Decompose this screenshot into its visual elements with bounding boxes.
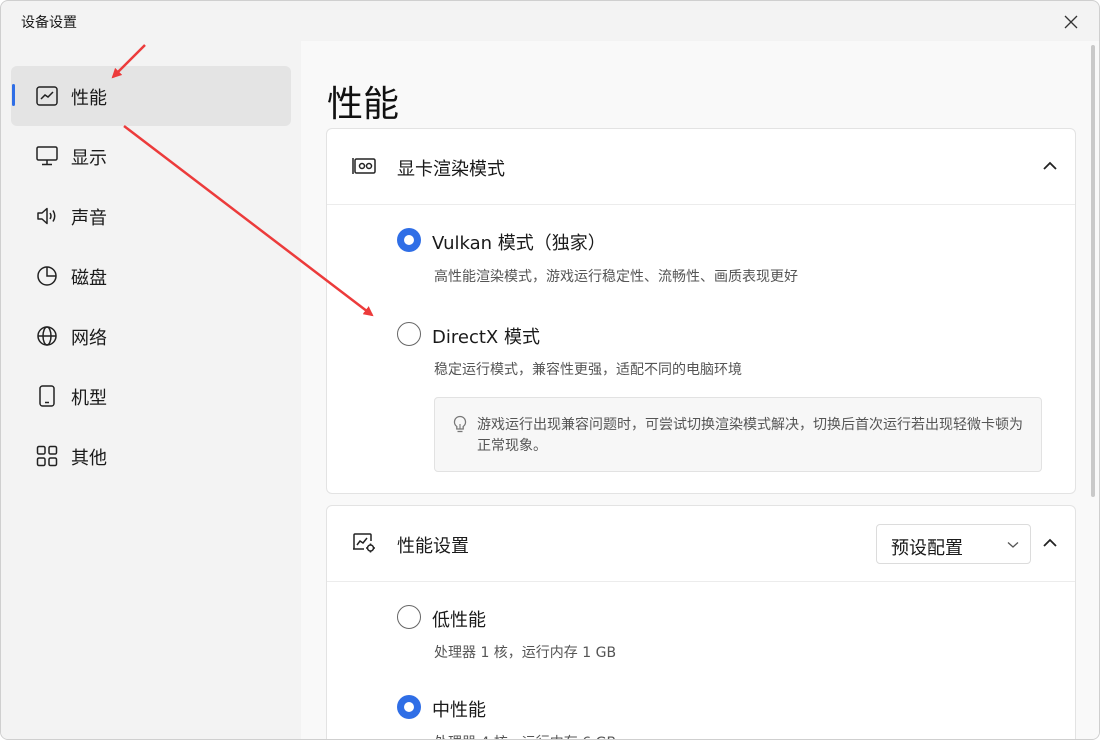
sidebar-item-disk[interactable]: 磁盘 <box>11 246 291 306</box>
monitor-icon <box>35 144 59 168</box>
sidebar-item-sound[interactable]: 声音 <box>11 186 291 246</box>
sidebar-item-label: 其他 <box>71 448 107 469</box>
mid-performance-label: 中性能 <box>432 700 486 721</box>
collapse-button[interactable] <box>1037 530 1063 556</box>
sidebar: 性能 显示 声音 磁盘 网络 机型 其他 <box>1 41 301 739</box>
sidebar-item-network[interactable]: 网络 <box>11 306 291 366</box>
low-performance-label: 低性能 <box>432 610 486 631</box>
sidebar-item-performance[interactable]: 性能 <box>11 66 291 126</box>
graphics-card-icon <box>351 155 377 177</box>
preset-config-select[interactable]: 预设配置 <box>876 524 1031 564</box>
window-title: 设备设置 <box>21 15 77 31</box>
low-performance-radio[interactable] <box>397 605 421 629</box>
compatibility-tip: 游戏运行出现兼容问题时，可尝试切换渲染模式解决，切换后首次运行若出现轻微卡顿为正… <box>434 397 1042 472</box>
grid-icon <box>35 444 59 468</box>
chevron-down-icon <box>1006 538 1020 552</box>
pie-chart-icon <box>35 264 59 288</box>
active-indicator <box>12 84 15 106</box>
main-panel: 性能 显卡渲染模式 Vulkan 模式（独家） 高性能渲染模式，游戏运行稳定性、… <box>301 41 1099 739</box>
scrollbar[interactable] <box>1091 45 1095 497</box>
chevron-up-icon <box>1043 161 1057 170</box>
vulkan-mode-desc: 高性能渲染模式，游戏运行稳定性、流畅性、画质表现更好 <box>434 269 798 285</box>
vulkan-mode-label: Vulkan 模式（独家） <box>432 233 606 254</box>
tip-text: 游戏运行出现兼容问题时，可尝试切换渲染模式解决，切换后首次运行若出现轻微卡顿为正… <box>477 417 1023 454</box>
directx-mode-desc: 稳定运行模式，兼容性更强，适配不同的电脑环境 <box>434 362 742 378</box>
sidebar-item-label: 磁盘 <box>71 268 107 289</box>
performance-settings-card: 性能设置 预设配置 低性能 处理器 1 核，运行内存 1 GB 中性能 处理器 … <box>326 505 1076 739</box>
performance-card-header: 性能设置 预设配置 <box>327 506 1075 582</box>
performance-chart-icon <box>35 84 59 108</box>
sidebar-item-other[interactable]: 其他 <box>11 426 291 486</box>
mid-performance-radio[interactable] <box>397 695 421 719</box>
mid-performance-desc: 处理器 4 核，运行内存 6 GB <box>434 732 616 739</box>
sidebar-item-label: 显示 <box>71 148 107 169</box>
preset-config-value: 预设配置 <box>891 538 963 559</box>
performance-settings-icon <box>351 532 377 554</box>
vulkan-mode-radio[interactable] <box>397 228 421 252</box>
render-mode-title: 显卡渲染模式 <box>397 159 505 180</box>
sidebar-item-label: 声音 <box>71 208 107 229</box>
sidebar-item-label: 性能 <box>71 88 107 109</box>
low-performance-desc: 处理器 1 核，运行内存 1 GB <box>434 645 617 661</box>
close-button[interactable] <box>1057 9 1085 35</box>
title-bar: 设备设置 <box>1 1 1099 41</box>
render-mode-card: 显卡渲染模式 Vulkan 模式（独家） 高性能渲染模式，游戏运行稳定性、流畅性… <box>326 128 1076 494</box>
close-icon <box>1064 15 1078 29</box>
directx-mode-radio[interactable] <box>397 322 421 346</box>
chevron-up-icon <box>1043 538 1057 547</box>
speaker-icon <box>35 204 59 228</box>
performance-settings-title: 性能设置 <box>397 536 469 557</box>
render-mode-card-header: 显卡渲染模式 <box>327 129 1075 205</box>
lightbulb-icon <box>451 415 469 435</box>
sidebar-item-display[interactable]: 显示 <box>11 126 291 186</box>
settings-window: 设备设置 性能 显示 声音 磁盘 网络 机型 其他 性能 显卡渲染模式 Vulk… <box>0 0 1100 740</box>
sidebar-item-label: 机型 <box>71 388 107 409</box>
globe-icon <box>35 324 59 348</box>
sidebar-item-label: 网络 <box>71 328 107 349</box>
collapse-button[interactable] <box>1037 153 1063 179</box>
page-title: 性能 <box>327 84 400 125</box>
directx-mode-label: DirectX 模式 <box>432 327 540 348</box>
sidebar-item-device-model[interactable]: 机型 <box>11 366 291 426</box>
phone-icon <box>35 384 59 408</box>
